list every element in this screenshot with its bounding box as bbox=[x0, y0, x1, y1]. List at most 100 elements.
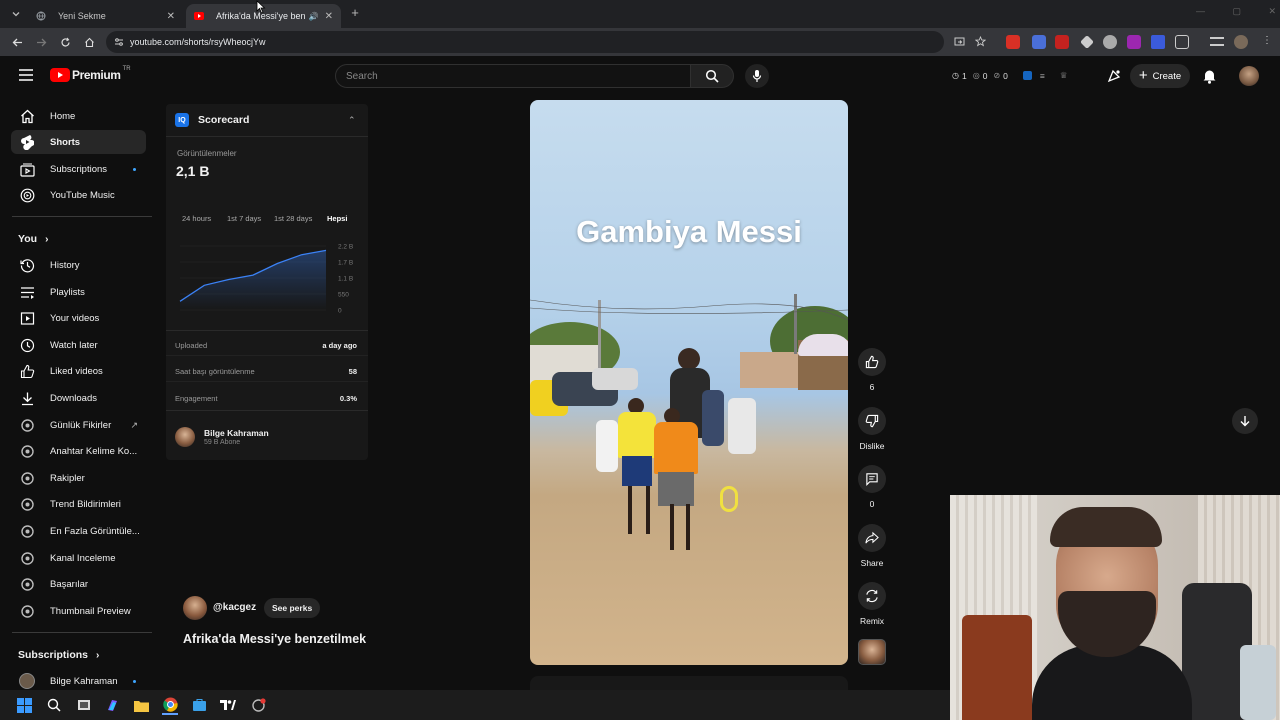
sidebar-item-label: Thumbnail Preview bbox=[50, 605, 131, 617]
range-first-7-days[interactable]: 1st 7 days bbox=[227, 214, 261, 223]
taskbar-search-button[interactable] bbox=[46, 697, 62, 713]
sidebar-item-en-fazla[interactable]: En Fazla Görüntüle... bbox=[11, 519, 146, 543]
y-tick-label: 0 bbox=[338, 308, 342, 315]
vidiq-icon[interactable] bbox=[1022, 71, 1032, 80]
tab-search-button[interactable] bbox=[9, 7, 23, 21]
channel-handle[interactable]: @kacgez bbox=[213, 602, 256, 613]
see-perks-button[interactable]: See perks bbox=[264, 598, 321, 618]
site-info-icon[interactable] bbox=[114, 37, 124, 47]
reading-list-icon[interactable] bbox=[1210, 37, 1224, 46]
more-vert-icon[interactable]: ⋮ bbox=[1262, 35, 1272, 46]
circle-extension-icon[interactable] bbox=[1103, 35, 1117, 49]
ai-sparkle-button[interactable] bbox=[1106, 68, 1122, 84]
remix-button[interactable]: Remix bbox=[858, 582, 886, 626]
app-taskbar-button[interactable] bbox=[250, 697, 266, 713]
eye-icon: ◎ bbox=[972, 71, 980, 80]
sidebar-item-liked-videos[interactable]: Liked videos bbox=[11, 359, 146, 383]
sidebar-item-gunluk-fikirler[interactable]: Günlük Fikirler ↗ bbox=[11, 413, 146, 437]
create-button[interactable]: + Create bbox=[1130, 64, 1190, 88]
translate-extension-icon[interactable] bbox=[1032, 35, 1046, 49]
copilot-button[interactable] bbox=[104, 697, 120, 713]
start-button[interactable] bbox=[16, 697, 32, 713]
profile-avatar-icon[interactable] bbox=[1234, 35, 1248, 49]
list-icon[interactable]: ≡ bbox=[1040, 71, 1045, 81]
channel-avatar[interactable] bbox=[175, 427, 195, 447]
comments-button[interactable]: 0 bbox=[858, 465, 886, 509]
shorts-video-player[interactable]: Gambiya Messi bbox=[530, 100, 848, 665]
video-overlay-title: Gambiya Messi bbox=[576, 214, 802, 249]
range-24-hours[interactable]: 24 hours bbox=[182, 214, 211, 223]
share-button[interactable]: Share bbox=[858, 524, 886, 568]
video-frame-detail bbox=[720, 486, 738, 512]
close-window-icon[interactable]: ✕ bbox=[1268, 6, 1276, 20]
chrome-taskbar-button[interactable] bbox=[162, 695, 178, 715]
sidebar-item-playlists[interactable]: Playlists bbox=[11, 280, 146, 304]
sidebar-item-trend-bildirimleri[interactable]: Trend Bildirimleri bbox=[11, 492, 146, 516]
sound-remix-thumbnail[interactable] bbox=[858, 639, 886, 665]
stat-b: 0 bbox=[982, 70, 988, 81]
collapse-chevron-icon[interactable]: ⌃ bbox=[348, 115, 356, 126]
subscriptions-section-header[interactable]: Subscriptions › bbox=[18, 649, 99, 661]
sidebar-item-youtube-music[interactable]: YouTube Music bbox=[11, 183, 146, 207]
search-input[interactable]: Search bbox=[335, 64, 691, 88]
channel-name[interactable]: Bilge Kahraman bbox=[204, 428, 269, 438]
channel-avatar[interactable] bbox=[183, 596, 207, 620]
sidebar-item-home[interactable]: Home bbox=[11, 104, 146, 128]
puzzle-extensions-icon[interactable] bbox=[1175, 35, 1189, 49]
range-first-28-days[interactable]: 1st 28 days bbox=[274, 214, 312, 223]
new-tab-button[interactable]: + bbox=[348, 6, 362, 20]
sidebar-item-basarilar[interactable]: Başarılar bbox=[11, 572, 146, 596]
channel-avatar bbox=[19, 673, 35, 689]
home-button[interactable] bbox=[81, 34, 97, 50]
next-short-preview[interactable] bbox=[530, 676, 848, 690]
youtube-premium-logo[interactable]: Premium TR bbox=[50, 66, 131, 82]
reload-button[interactable] bbox=[57, 34, 73, 50]
dislike-button[interactable]: Dislike bbox=[858, 407, 886, 451]
sidebar-item-thumbnail-preview[interactable]: Thumbnail Preview bbox=[11, 599, 146, 623]
notifications-button[interactable] bbox=[1202, 68, 1217, 84]
sidebar-item-downloads[interactable]: Downloads bbox=[11, 386, 146, 410]
sidebar-item-rakipler[interactable]: Rakipler bbox=[11, 466, 146, 490]
tab-yeni-sekme[interactable]: Yeni Sekme ✕ bbox=[28, 4, 183, 28]
back-button[interactable] bbox=[9, 34, 25, 50]
sidebar-item-label: Watch later bbox=[50, 339, 98, 351]
close-tab-icon[interactable]: ✕ bbox=[167, 11, 175, 22]
blue-extension-icon[interactable] bbox=[1151, 35, 1165, 49]
next-video-button[interactable] bbox=[1232, 408, 1258, 434]
diamond-extension-icon[interactable] bbox=[1080, 35, 1094, 49]
sidebar-item-shorts[interactable]: Shorts bbox=[11, 130, 146, 154]
speaker-icon[interactable]: 🔊 bbox=[309, 12, 319, 21]
sidebar-item-your-videos[interactable]: Your videos bbox=[11, 306, 146, 330]
close-tab-icon[interactable]: ✕ bbox=[325, 11, 333, 22]
address-bar[interactable]: youtube.com/shorts/rsyWheocjYw bbox=[106, 31, 986, 53]
tradingview-button[interactable] bbox=[220, 697, 236, 713]
remix-label: Remix bbox=[859, 616, 885, 626]
range-all[interactable]: Hepsi bbox=[327, 214, 347, 223]
forward-button[interactable] bbox=[33, 34, 49, 50]
file-explorer-button[interactable] bbox=[133, 697, 149, 713]
sidebar-item-label: Subscriptions bbox=[50, 163, 108, 175]
maximize-icon[interactable]: ▢ bbox=[1232, 6, 1241, 20]
you-section-header[interactable]: You › bbox=[18, 233, 48, 245]
store-button[interactable] bbox=[191, 697, 207, 713]
trophy-icon[interactable]: ♕ bbox=[1060, 70, 1068, 81]
sidebar-item-kanal-inceleme[interactable]: Kanal Inceleme bbox=[11, 546, 146, 570]
like-button[interactable]: 6 bbox=[858, 348, 886, 392]
abp-extension-icon[interactable] bbox=[1055, 35, 1069, 49]
voice-search-button[interactable] bbox=[745, 64, 769, 88]
video-frame-detail bbox=[678, 348, 700, 370]
bookmark-star-icon[interactable] bbox=[975, 36, 986, 47]
sidebar-item-subscriptions[interactable]: Subscriptions bbox=[11, 157, 146, 181]
minimize-icon[interactable]: — bbox=[1196, 6, 1205, 20]
account-avatar[interactable] bbox=[1239, 66, 1259, 86]
sidebar-item-anahtar-kelime[interactable]: Anahtar Kelime Ko... bbox=[11, 439, 146, 463]
cast-icon[interactable] bbox=[954, 37, 965, 47]
extension-badge-icon[interactable] bbox=[1006, 35, 1020, 49]
sidebar-item-history[interactable]: History bbox=[11, 253, 146, 277]
guide-menu-button[interactable] bbox=[18, 68, 34, 82]
video-frame-detail bbox=[670, 504, 674, 550]
task-view-button[interactable] bbox=[76, 697, 92, 713]
sidebar-item-watch-later[interactable]: Watch later bbox=[11, 333, 146, 357]
search-button[interactable] bbox=[690, 64, 734, 88]
purple-extension-icon[interactable] bbox=[1127, 35, 1141, 49]
